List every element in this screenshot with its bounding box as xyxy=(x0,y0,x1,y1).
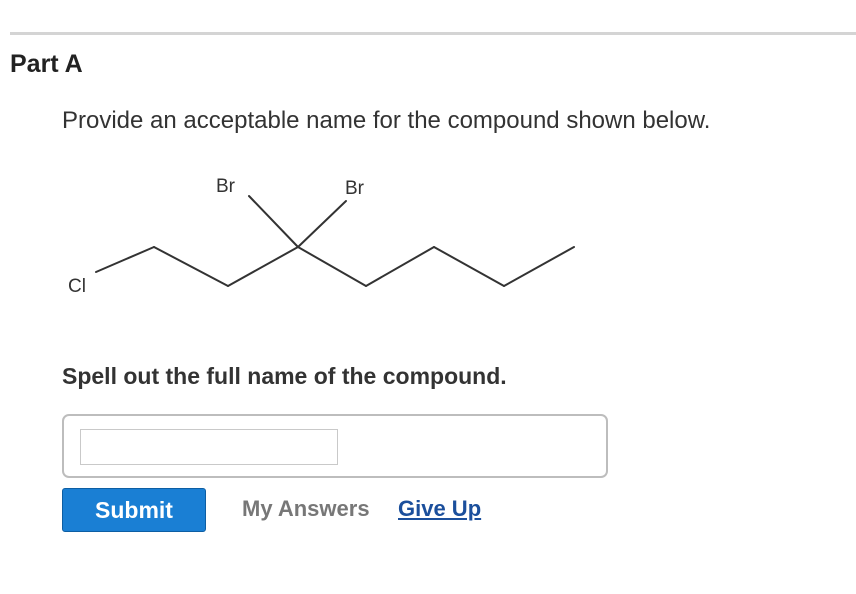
bond-cl-c1 xyxy=(95,246,155,273)
atom-label-br-right: Br xyxy=(345,178,365,199)
question-page: Part A Provide an acceptable name for th… xyxy=(0,0,856,594)
my-answers-link[interactable]: My Answers xyxy=(242,496,370,522)
give-up-link[interactable]: Give Up xyxy=(398,496,481,522)
section-divider xyxy=(10,32,856,35)
question-prompt: Provide an acceptable name for the compo… xyxy=(62,107,711,134)
answer-container xyxy=(62,414,608,478)
answer-instruction: Spell out the full name of the compound. xyxy=(62,363,507,389)
atom-label-cl: Cl xyxy=(68,276,86,297)
bond-c1-c2 xyxy=(153,246,229,287)
bond-c4-c5 xyxy=(365,246,435,287)
compound-name-input[interactable] xyxy=(80,429,338,465)
atom-label-br-left: Br xyxy=(216,176,236,197)
submit-button[interactable]: Submit xyxy=(62,488,206,532)
bond-c6-c7 xyxy=(503,246,575,287)
bond-c3-br-left xyxy=(248,195,299,248)
bond-c3-br-right xyxy=(297,200,347,248)
part-title: Part A xyxy=(10,50,83,78)
bond-c2-c3 xyxy=(227,246,299,287)
compound-structure: Br Br Cl xyxy=(68,176,575,297)
bond-c3-c4 xyxy=(297,246,367,287)
bond-c5-c6 xyxy=(433,246,505,287)
